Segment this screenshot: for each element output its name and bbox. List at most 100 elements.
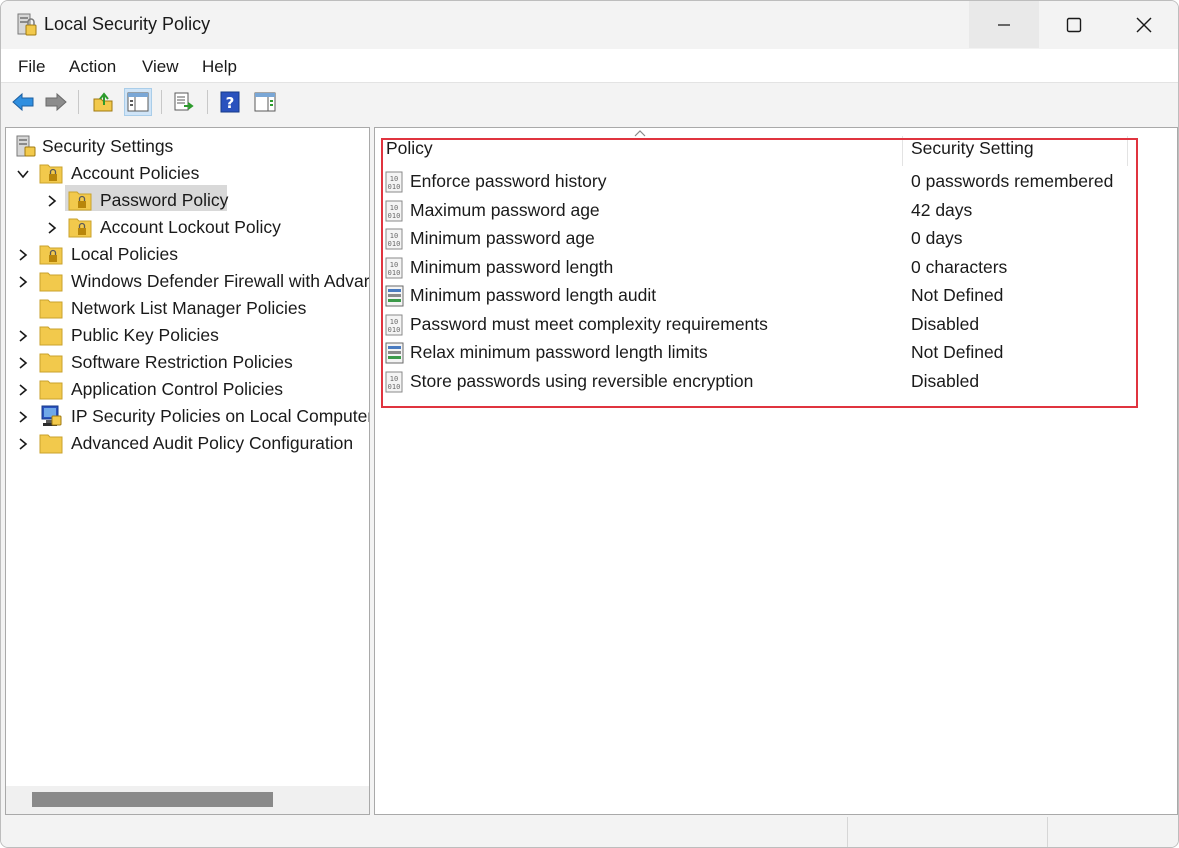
column-header-policy[interactable]: Policy xyxy=(386,138,433,166)
policy-name: Minimum password length xyxy=(410,256,614,277)
export-list-button[interactable] xyxy=(170,88,198,116)
show-hide-console-tree-button[interactable] xyxy=(124,88,152,116)
menu-view[interactable]: View xyxy=(142,57,179,77)
up-folder-icon xyxy=(93,92,113,112)
tree-label: IP Security Policies on Local Computer xyxy=(71,406,370,426)
tree-item-network-list-manager-policies[interactable]: Network List Manager Policies xyxy=(6,295,366,322)
tree-item-security-settings[interactable]: Security Settings xyxy=(6,133,366,160)
policy-name: Password must meet complexity requiremen… xyxy=(410,313,768,334)
help-button[interactable]: ? xyxy=(216,88,244,116)
column-header-security-setting[interactable]: Security Setting xyxy=(911,138,1034,166)
chevron-right-icon[interactable] xyxy=(16,410,30,424)
menu-help[interactable]: Help xyxy=(202,57,237,77)
table-row[interactable]: Relax minimum password length limits Not … xyxy=(375,339,1175,367)
close-button[interactable] xyxy=(1109,1,1178,48)
tree-label: Account Policies xyxy=(71,163,200,183)
column-divider[interactable] xyxy=(902,136,903,166)
tree-item-application-control-policies[interactable]: Application Control Policies xyxy=(6,376,366,403)
binary-policy-icon: 10 010 xyxy=(384,371,406,393)
tree-item-public-key-policies[interactable]: Public Key Policies xyxy=(6,322,366,349)
chevron-right-icon[interactable] xyxy=(16,248,30,262)
tree-item-advanced-audit-policy-configuration[interactable]: Advanced Audit Policy Configuration xyxy=(6,430,366,457)
tree-item-password-policy[interactable]: Password Policy xyxy=(6,187,366,214)
policy-name: Enforce password history xyxy=(410,171,607,191)
maximize-icon xyxy=(1066,17,1082,32)
up-one-level-button[interactable] xyxy=(89,88,117,116)
local-security-policy-window: Local Security Policy File Action View H… xyxy=(0,0,1179,848)
folder-icon xyxy=(39,299,63,319)
column-divider[interactable] xyxy=(1127,136,1128,166)
list-policy-icon xyxy=(384,285,406,307)
svg-text:010: 010 xyxy=(388,383,401,391)
tree-item-windows-defender-firewall[interactable]: Windows Defender Firewall with Advar xyxy=(6,268,369,295)
chevron-down-icon[interactable] xyxy=(16,167,30,181)
chevron-right-icon[interactable] xyxy=(45,221,59,235)
menu-action[interactable]: Action xyxy=(69,57,116,77)
title-bar: Local Security Policy xyxy=(1,1,1178,49)
table-row[interactable]: 10 010 Minimum password age 0 days xyxy=(375,225,1175,253)
binary-policy-icon: 10 010 xyxy=(384,171,406,193)
chevron-right-icon[interactable] xyxy=(16,437,30,451)
policy-list[interactable]: Policy Security Setting 10 010 Enforce pas… xyxy=(374,127,1178,815)
tree-label: Security Settings xyxy=(42,136,174,156)
svg-text:10: 10 xyxy=(390,175,398,183)
policy-name: Store passwords using reversible encrypt… xyxy=(410,370,754,391)
minimize-button[interactable] xyxy=(969,1,1039,48)
table-row[interactable]: 10 010 Enforce password history 0 passwords… xyxy=(375,168,1175,196)
tree-label: Advanced Audit Policy Configuration xyxy=(71,433,354,453)
chevron-right-icon[interactable] xyxy=(16,356,30,370)
minimize-icon xyxy=(998,23,1010,26)
svg-text:10: 10 xyxy=(390,204,398,212)
window-title: Local Security Policy xyxy=(44,14,211,34)
chevron-right-icon[interactable] xyxy=(16,275,30,289)
tree-item-software-restriction-policies[interactable]: Software Restriction Policies xyxy=(6,349,366,376)
svg-text:10: 10 xyxy=(390,375,398,383)
action-pane-icon xyxy=(254,92,276,112)
table-row[interactable]: Minimum password length audit Not Defined xyxy=(375,282,1175,310)
export-list-icon xyxy=(174,92,194,111)
ip-security-icon xyxy=(41,405,62,426)
tree-label: Public Key Policies xyxy=(71,325,219,345)
svg-text:?: ? xyxy=(226,94,235,112)
locked-folder-icon xyxy=(68,218,92,238)
table-row[interactable]: 10 010 Store passwords using reversible en… xyxy=(375,368,1175,396)
forward-button[interactable] xyxy=(42,88,70,116)
locked-folder-icon xyxy=(39,245,63,265)
sort-ascending-icon xyxy=(634,130,646,137)
locked-folder-icon xyxy=(39,164,63,184)
folder-icon xyxy=(39,326,63,346)
tree-item-account-lockout-policy[interactable]: Account Lockout Policy xyxy=(6,214,366,241)
svg-text:010: 010 xyxy=(388,183,401,191)
console-tree[interactable]: Security Settings Account Policies Passw… xyxy=(5,127,370,815)
security-setting-value: Disabled xyxy=(911,370,980,391)
tree-item-local-policies[interactable]: Local Policies xyxy=(6,241,366,268)
policy-name: Minimum password length audit xyxy=(410,285,657,305)
chevron-right-icon[interactable] xyxy=(16,383,30,397)
toolbar-separator xyxy=(207,90,208,114)
menu-file[interactable]: File xyxy=(18,57,45,77)
folder-icon xyxy=(39,353,63,373)
table-row[interactable]: 10 010 Password must meet complexity requi… xyxy=(375,311,1175,339)
chevron-right-icon[interactable] xyxy=(16,329,30,343)
table-row[interactable]: 10 010 Maximum password age 42 days xyxy=(375,197,1175,225)
security-setting-value: Disabled xyxy=(911,313,980,334)
svg-text:10: 10 xyxy=(390,261,398,269)
back-button[interactable] xyxy=(9,88,37,116)
forward-arrow-icon xyxy=(45,92,67,112)
tree-item-ip-security-policies[interactable]: IP Security Policies on Local Computer xyxy=(6,403,369,430)
table-row[interactable]: 10 010 Minimum password length 0 characters xyxy=(375,254,1175,282)
show-hide-action-pane-button[interactable] xyxy=(251,88,279,116)
svg-text:010: 010 xyxy=(388,240,401,248)
svg-text:010: 010 xyxy=(388,212,401,220)
status-separator xyxy=(847,817,848,847)
status-separator xyxy=(1047,817,1048,847)
security-setting-value: 0 days xyxy=(911,228,963,248)
maximize-button[interactable] xyxy=(1039,1,1109,48)
security-policy-icon xyxy=(17,13,37,36)
chevron-right-icon[interactable] xyxy=(45,194,59,208)
tree-label: Account Lockout Policy xyxy=(100,217,281,237)
policy-name: Maximum password age xyxy=(410,199,600,220)
scrollbar-thumb[interactable] xyxy=(32,792,273,807)
tree-item-account-policies[interactable]: Account Policies xyxy=(6,160,366,187)
status-bar xyxy=(1,817,1178,847)
